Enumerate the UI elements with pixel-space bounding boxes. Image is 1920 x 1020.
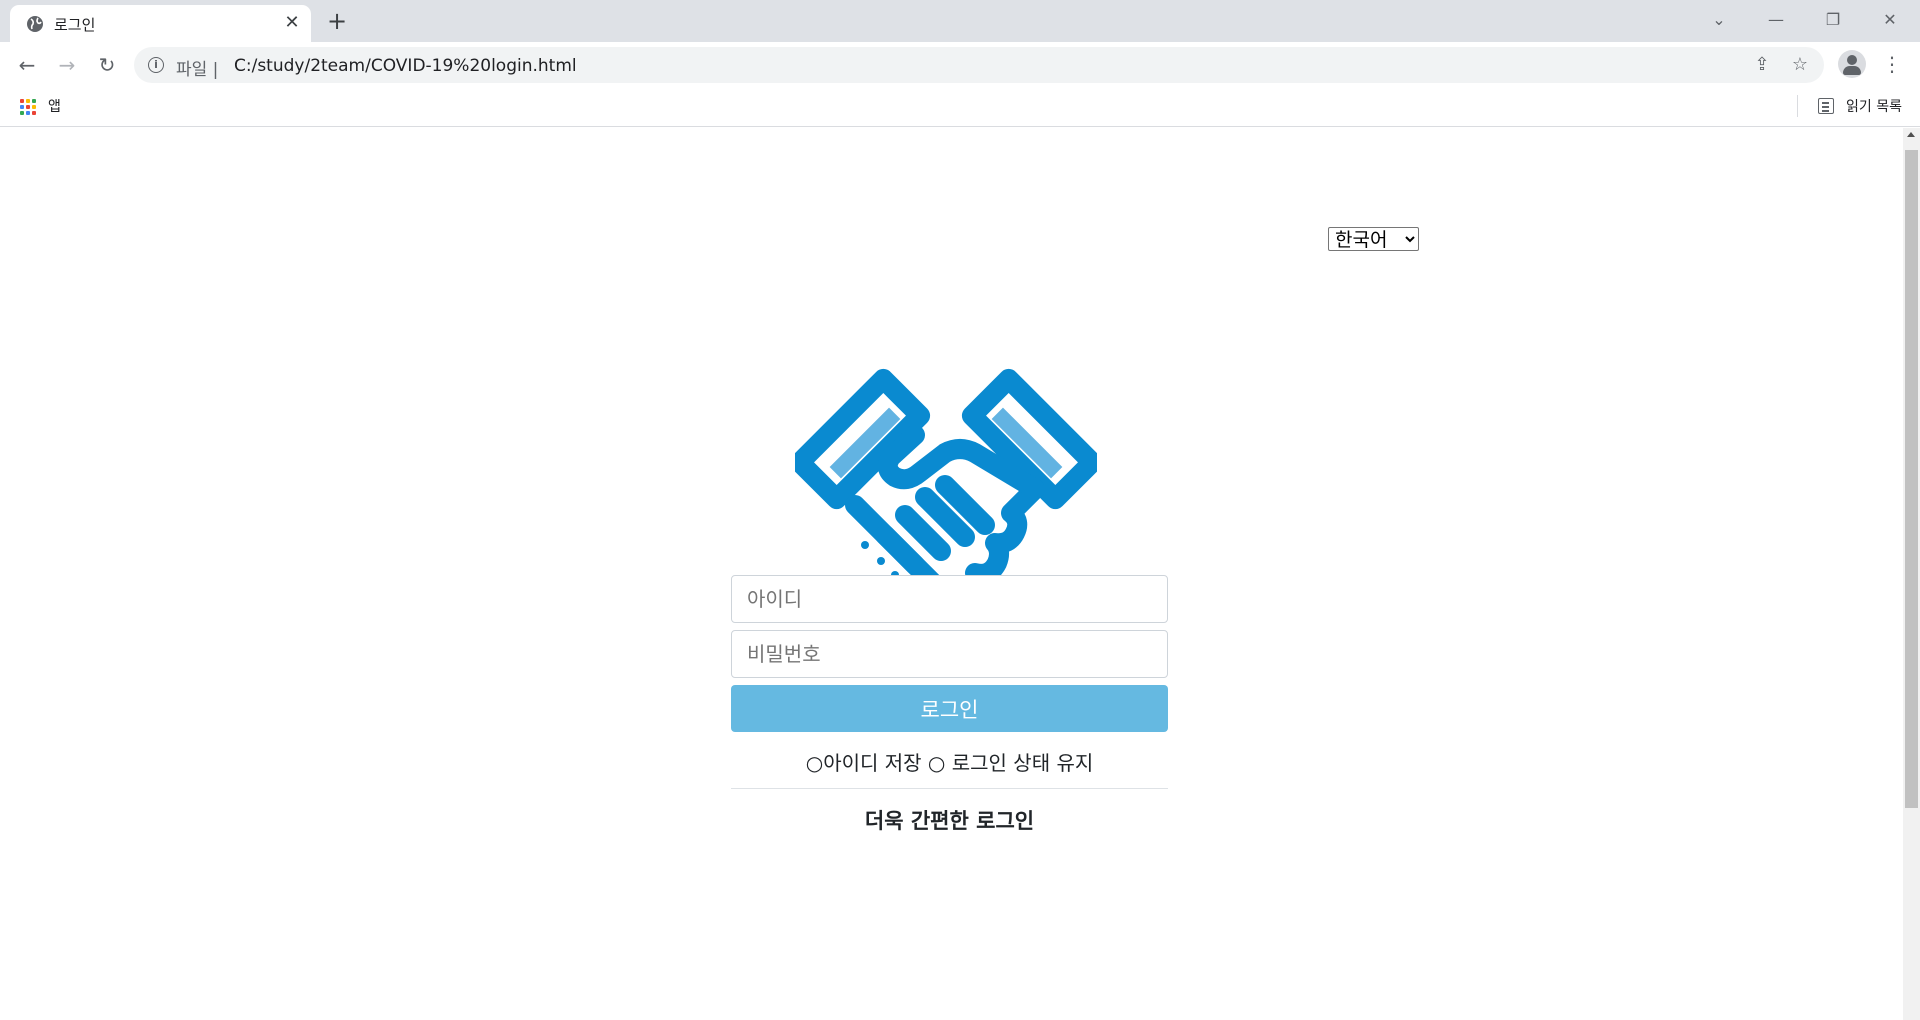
browser-toolbar: ← → ↻ i 파일 | C:/study/2team/COVID-19%20l… [0, 42, 1920, 87]
reading-list-label: 읽기 목록 [1846, 99, 1902, 115]
password-input[interactable] [731, 630, 1168, 678]
divider [731, 788, 1168, 789]
scroll-thumb[interactable] [1905, 150, 1918, 808]
id-input[interactable] [731, 575, 1168, 623]
share-icon[interactable]: ⇪ [1750, 53, 1774, 77]
restore-icon[interactable]: ❐ [1813, 4, 1853, 36]
url-scheme: 파일 | [176, 60, 219, 80]
keep-login-option[interactable]: ○ 로그인 상태 유지 [928, 751, 1093, 775]
close-tab-icon[interactable]: ✕ [281, 12, 303, 34]
reading-list-icon [1818, 98, 1835, 114]
back-icon[interactable]: ← [11, 49, 43, 81]
profile-avatar-icon[interactable] [1838, 50, 1866, 78]
save-id-option[interactable]: ○아이디 저장 [806, 751, 922, 775]
apps-label[interactable]: 앱 [48, 96, 61, 116]
scrollbar[interactable] [1903, 128, 1920, 1020]
new-tab-button[interactable]: + [323, 8, 351, 36]
tab-title: 로그인 [54, 16, 96, 34]
login-options: ○아이디 저장 ○ 로그인 상태 유지 [731, 747, 1168, 776]
reload-icon[interactable]: ↻ [91, 49, 123, 81]
easy-login-title: 더욱 간편한 로그인 [864, 809, 1035, 833]
bookmarks-bar: 앱 읽기 목록 [0, 87, 1920, 127]
close-window-icon[interactable]: ✕ [1870, 4, 1910, 36]
bookmarks-separator [1797, 95, 1798, 117]
info-icon[interactable]: i [148, 57, 164, 73]
url-text[interactable]: C:/study/2team/COVID-19%20login.html [234, 56, 577, 76]
tab-search-icon[interactable]: ⌄ [1699, 4, 1739, 36]
globe-icon [27, 16, 43, 32]
login-button[interactable]: 로그인 [731, 685, 1168, 732]
tab-strip: 로그인 ✕ + ⌄ — ❐ ✕ [0, 0, 1920, 42]
scroll-up-icon[interactable] [1907, 132, 1915, 137]
address-bar[interactable]: i 파일 | C:/study/2team/COVID-19%20login.h… [134, 47, 1824, 83]
page-viewport: 한국어 로그인 ○아이디 저장 ○ 로그인 상태 유지 [0, 128, 1920, 1020]
forward-icon[interactable]: → [51, 49, 83, 81]
language-select[interactable]: 한국어 [1328, 227, 1419, 251]
reading-list-button[interactable]: 읽기 목록 [1818, 96, 1902, 116]
browser-tab[interactable]: 로그인 ✕ [10, 5, 311, 42]
bookmark-star-icon[interactable]: ☆ [1788, 53, 1812, 77]
apps-icon[interactable] [20, 99, 36, 115]
menu-icon[interactable]: ⋮ [1880, 50, 1904, 78]
minimize-icon[interactable]: — [1756, 4, 1796, 36]
